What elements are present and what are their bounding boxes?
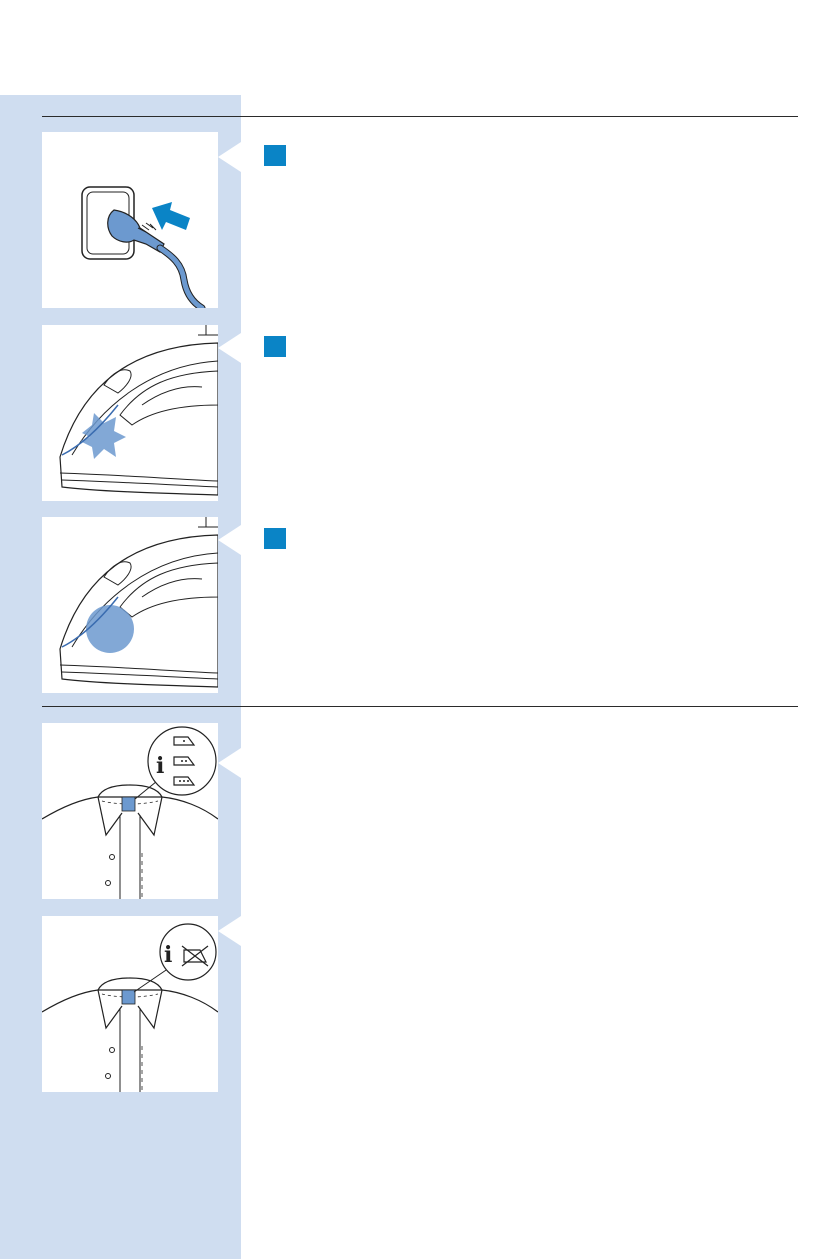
iron-with-circled-area-icon xyxy=(59,517,218,688)
shirt-with-ironing-label-icon: i xyxy=(42,726,218,899)
plug-into-wall-socket-icon xyxy=(81,186,206,308)
panel-pointer xyxy=(218,916,241,946)
panel-pointer xyxy=(218,333,241,363)
section-divider xyxy=(42,706,798,707)
step-1-marker xyxy=(264,145,286,166)
panel-pointer xyxy=(218,748,241,778)
iron-with-highlighted-area-icon xyxy=(59,325,218,496)
illustration-panel-shirt-no-iron: i xyxy=(42,916,218,1092)
svg-text:i: i xyxy=(164,942,172,968)
shirt-with-do-not-iron-label-icon: i xyxy=(42,923,218,1092)
illustration-panel-iron-circle xyxy=(42,517,218,693)
step-2-marker xyxy=(264,336,286,357)
section-divider xyxy=(42,116,798,117)
panel-pointer xyxy=(218,142,241,172)
step-3-marker xyxy=(264,528,286,549)
svg-text:i: i xyxy=(156,753,164,779)
illustration-panel-plug xyxy=(42,132,218,308)
illustration-panel-shirt-label: i xyxy=(42,723,218,899)
panel-pointer xyxy=(218,525,241,555)
illustration-panel-iron-starburst xyxy=(42,325,218,501)
